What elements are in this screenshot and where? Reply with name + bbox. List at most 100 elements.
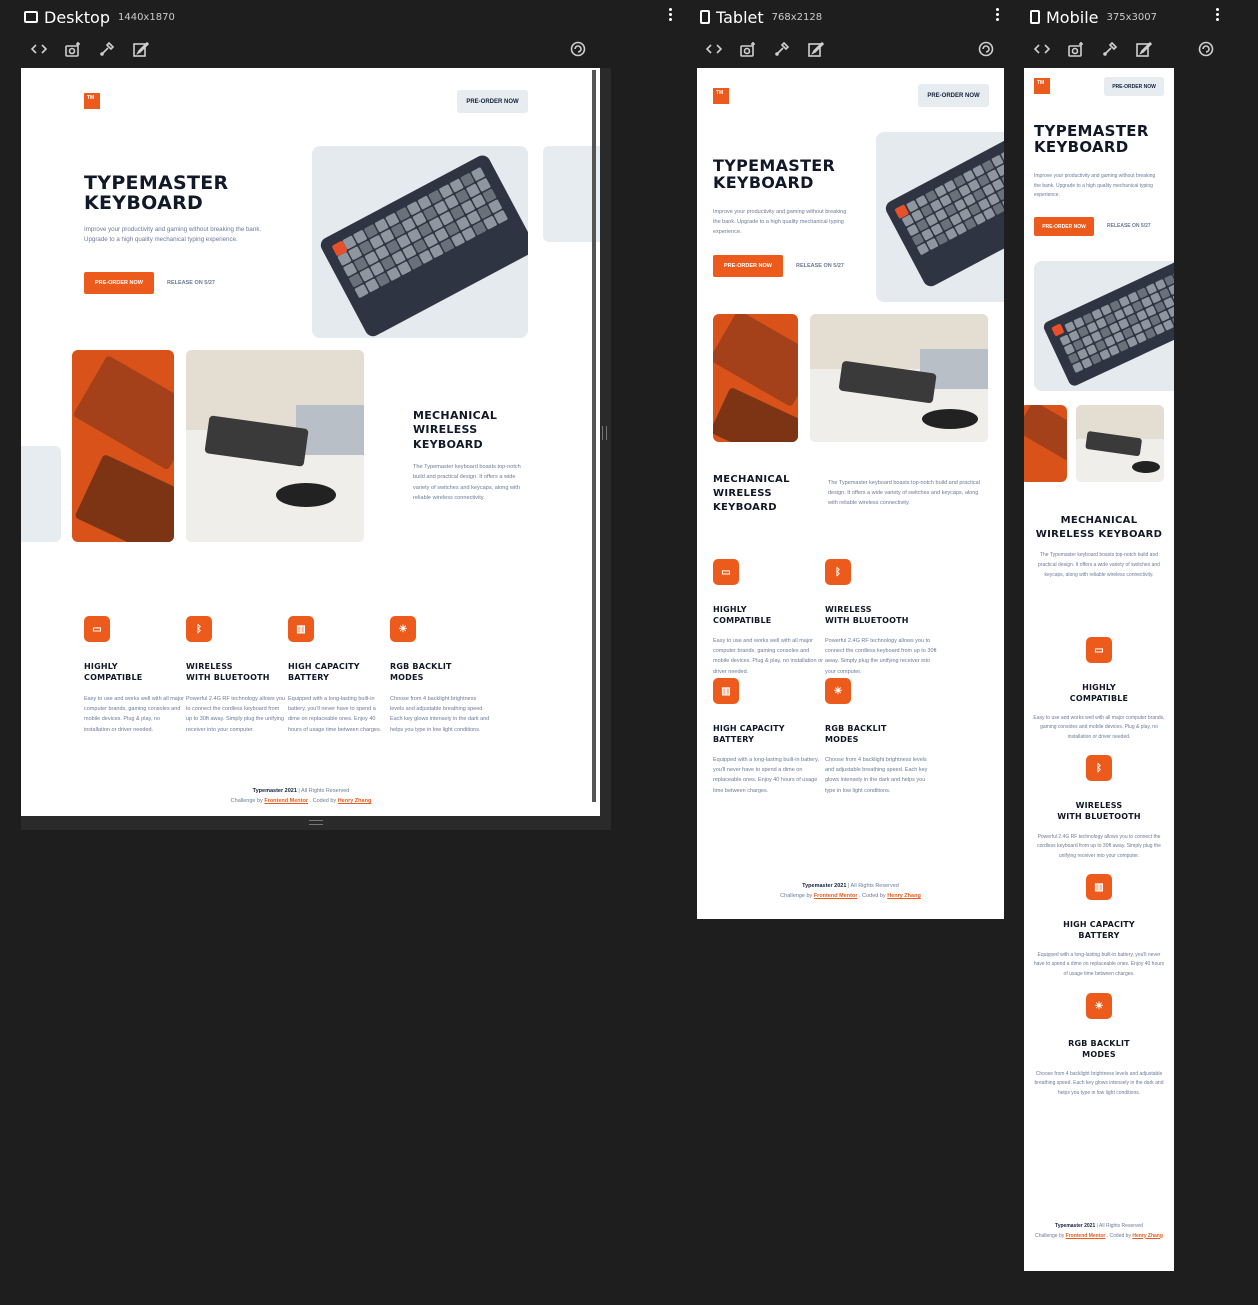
logo[interactable]: TM (713, 88, 729, 104)
bluetooth-icon: ᛒ (1086, 755, 1112, 781)
camera-icon[interactable] (1067, 40, 1085, 58)
hero-text: Improve your productivity and gaming wit… (1034, 173, 1156, 198)
hero-keyboard-image (876, 132, 1004, 302)
camera-icon[interactable] (64, 40, 82, 58)
edit-icon[interactable] (1135, 40, 1153, 58)
tablet-pane-title: Tablet (716, 7, 764, 27)
footer: Typemaster 2021 | All Rights Reserved Ch… (171, 786, 431, 807)
tablet-device-icon (700, 10, 710, 24)
desktop-pane-title: Desktop (44, 7, 110, 27)
desktop-frame: TM PRE-ORDER NOW TYPEMASTER KEYBOARD Imp… (21, 68, 611, 816)
desktop-drag-icon[interactable] (309, 820, 323, 825)
section-title-line-1: MECHANICAL (413, 409, 498, 422)
desktop-scrollbar[interactable] (592, 70, 596, 802)
eyedropper-icon[interactable] (98, 40, 116, 58)
desktop-resize-handle-right[interactable] (600, 68, 611, 830)
preorder-nav-button[interactable]: PRE-ORDER NOW (1104, 77, 1164, 96)
code-icon[interactable] (1033, 40, 1051, 58)
hero-text: Improve your productivity and gaming wit… (713, 209, 847, 236)
edit-icon[interactable] (132, 40, 150, 58)
tablet-frame: TM PRE-ORDER NOW TYPEMASTER KEYBOARD Impr… (697, 68, 1004, 919)
footer-fm-link[interactable]: Frontend Mentor (1066, 1233, 1106, 1239)
footer: Typemaster 2021 | All Rights Reserved Ch… (1035, 1223, 1163, 1239)
tablet-more-menu-icon[interactable] (996, 8, 1002, 23)
desktop-pane: Desktop 1440x1870 TM PRE-ORDER NOW TYPEM… (21, 0, 682, 830)
footer-fm-link[interactable]: Frontend Mentor (814, 893, 858, 899)
logo[interactable]: TM (84, 93, 100, 109)
footer-coded: . Coded by (309, 798, 337, 805)
battery-icon: ▥ (713, 678, 739, 704)
feature-title-wireless: WIRELESS WITH BLUETOOTH (186, 662, 270, 683)
footer-rights: | All Rights Reserved (298, 788, 350, 794)
hero-title-line-1: TYPEMASTER (84, 172, 229, 194)
eyedropper-icon[interactable] (1101, 40, 1119, 58)
code-icon[interactable] (705, 40, 723, 58)
desk-keyboard-image (810, 314, 988, 442)
section-title: MECHANICAL WIRELESS KEYBOARD (713, 474, 790, 513)
footer-author-link[interactable]: Henry Zhang (887, 893, 921, 899)
hero-title-line-2: KEYBOARD (84, 191, 204, 214)
desktop-vertical-drag-icon[interactable] (602, 426, 607, 440)
monitor-icon: ▭ (713, 559, 739, 585)
sun-icon: ☀ (390, 616, 416, 642)
monitor-icon: ▭ (84, 616, 110, 642)
mobile-pane-header: Mobile 375x3007 (1030, 6, 1157, 28)
feature-text-rgb: Choose from 4 backlight brightness level… (825, 757, 928, 794)
eyedropper-icon[interactable] (773, 40, 791, 58)
tablet-toolbar (697, 40, 997, 60)
feature-title-battery: HIGH CAPACITY BATTERY (713, 724, 785, 745)
camera-icon[interactable] (739, 40, 757, 58)
bluetooth-icon: ᛒ (825, 559, 851, 585)
footer-author-link[interactable]: Henry Zhang (1132, 1233, 1163, 1239)
orange-keyboard-image (72, 350, 174, 542)
rotate-icon[interactable] (977, 40, 995, 58)
feature-title-rgb: RGB BACKLIT MODES (1068, 1039, 1130, 1060)
mobile-pane-dimensions: 375x3007 (1106, 11, 1157, 23)
feature-title-battery: HIGH CAPACITY BATTERY (1063, 920, 1135, 941)
feature-title-compatible: HIGHLY COMPATIBLE (713, 605, 772, 626)
feature-text-rgb: Choose from 4 backlight brightness level… (390, 696, 490, 733)
release-link[interactable]: RELEASE ON 5/27 (1107, 223, 1151, 229)
decor-tile-left (21, 446, 61, 542)
sun-icon: ☀ (825, 678, 851, 704)
desk-keyboard-image (186, 350, 364, 542)
feature-title-wireless: WIRELESS WITH BLUETOOTH (1057, 801, 1141, 822)
battery-icon: ▥ (1086, 874, 1112, 900)
preorder-nav-button[interactable]: PRE-ORDER NOW (918, 84, 989, 107)
section-text: The Typemaster keyboard boasts top-notch… (828, 480, 980, 507)
desktop-more-menu-icon[interactable] (669, 8, 675, 23)
preorder-button[interactable]: PRE-ORDER NOW (713, 255, 783, 277)
preorder-nav-button[interactable]: PRE-ORDER NOW (457, 90, 528, 113)
code-icon[interactable] (30, 40, 48, 58)
tablet-pane-header: Tablet 768x2128 (700, 6, 822, 28)
section-title: MECHANICAL WIRELESS KEYBOARD (413, 409, 497, 452)
footer-brand: Typemaster 2021 (252, 788, 297, 794)
feature-title-compatible: HIGHLY COMPATIBLE (84, 662, 143, 683)
rotate-icon[interactable] (569, 40, 587, 58)
preorder-button[interactable]: PRE-ORDER NOW (1034, 217, 1094, 236)
feature-title-rgb: RGB BACKLIT MODES (390, 662, 452, 683)
release-link[interactable]: RELEASE ON 5/27 (167, 280, 215, 286)
monitor-icon: ▭ (1086, 637, 1112, 663)
feature-text-compatible: Easy to use and works well with all majo… (713, 638, 823, 675)
edit-icon[interactable] (807, 40, 825, 58)
mobile-more-menu-icon[interactable] (1216, 8, 1222, 23)
logo[interactable]: TM (1034, 78, 1050, 94)
tablet-pane: Tablet 768x2128 TM PRE-ORDER NOW TYPEMAS… (697, 0, 1007, 920)
footer-author-link[interactable]: Henry Zhang (338, 798, 372, 804)
release-link[interactable]: RELEASE ON 5/27 (796, 263, 844, 269)
mobile-toolbar (1024, 40, 1224, 60)
mobile-device-icon (1030, 10, 1040, 24)
section-text: The Typemaster keyboard boasts top-notch… (1038, 552, 1160, 578)
feature-text-wireless: Powerful 2.4G RF technology allows you t… (825, 638, 937, 675)
section-title: MECHANICAL WIRELESS KEYBOARD (1035, 515, 1163, 540)
feature-text-rgb: Choose from 4 backlight brightness level… (1034, 1071, 1164, 1096)
hero-text: Improve your productivity and gaming wit… (84, 226, 262, 243)
feature-title-battery: HIGH CAPACITY BATTERY (288, 662, 360, 683)
hero-title: TYPEMASTER KEYBOARD (713, 156, 836, 192)
footer-fm-link[interactable]: Frontend Mentor (264, 798, 308, 804)
rotate-icon[interactable] (1197, 40, 1215, 58)
preorder-button[interactable]: PRE-ORDER NOW (84, 272, 154, 294)
desk-keyboard-image (1076, 405, 1164, 482)
feature-title-rgb: RGB BACKLIT MODES (825, 724, 887, 745)
